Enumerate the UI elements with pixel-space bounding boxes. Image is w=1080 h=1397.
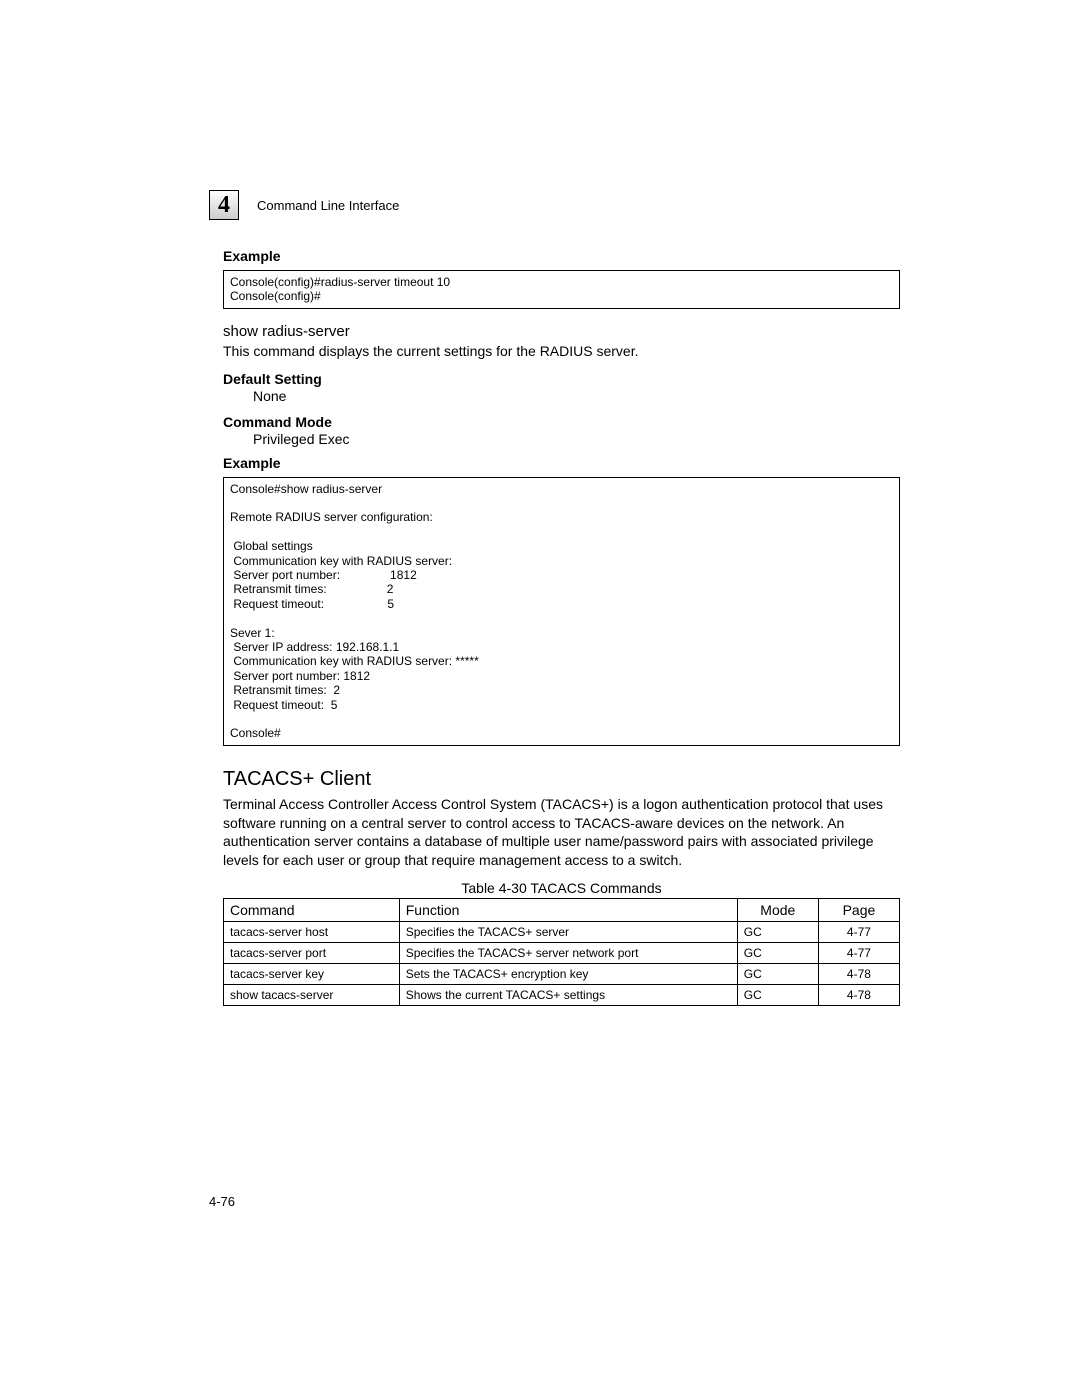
code-box-1: Console(config)#radius-server timeout 10… bbox=[223, 270, 900, 309]
table-row: tacacs-server host Specifies the TACACS+… bbox=[224, 922, 900, 943]
cell-function: Specifies the TACACS+ server network por… bbox=[399, 943, 737, 964]
page: 4 Command Line Interface Example Console… bbox=[0, 0, 1080, 1397]
cell-command: tacacs-server host bbox=[224, 922, 400, 943]
command-mode-label: Command Mode bbox=[223, 414, 900, 430]
th-page: Page bbox=[818, 899, 899, 922]
command-mode-value: Privileged Exec bbox=[223, 431, 900, 447]
table-row: tacacs-server key Sets the TACACS+ encry… bbox=[224, 964, 900, 985]
content: Example Console(config)#radius-server ti… bbox=[209, 248, 900, 1006]
cell-function: Shows the current TACACS+ settings bbox=[399, 985, 737, 1006]
table-header-row: Command Function Mode Page bbox=[224, 899, 900, 922]
default-setting-value: None bbox=[223, 388, 900, 404]
show-radius-desc: This command displays the current settin… bbox=[223, 342, 900, 361]
th-command: Command bbox=[224, 899, 400, 922]
cell-command: tacacs-server port bbox=[224, 943, 400, 964]
cell-page: 4-77 bbox=[818, 922, 899, 943]
tacacs-table: Command Function Mode Page tacacs-server… bbox=[223, 898, 900, 1006]
cell-page: 4-77 bbox=[818, 943, 899, 964]
th-function: Function bbox=[399, 899, 737, 922]
cell-page: 4-78 bbox=[818, 985, 899, 1006]
page-number: 4-76 bbox=[209, 1194, 235, 1209]
cell-mode: GC bbox=[737, 943, 818, 964]
table-row: tacacs-server port Specifies the TACACS+… bbox=[224, 943, 900, 964]
show-radius-heading: show radius-server bbox=[223, 323, 900, 340]
cell-command: show tacacs-server bbox=[224, 985, 400, 1006]
cell-mode: GC bbox=[737, 922, 818, 943]
table-caption: Table 4-30 TACACS Commands bbox=[223, 880, 900, 896]
cell-function: Sets the TACACS+ encryption key bbox=[399, 964, 737, 985]
example-heading-1: Example bbox=[223, 248, 900, 264]
table-row: show tacacs-server Shows the current TAC… bbox=[224, 985, 900, 1006]
cell-command: tacacs-server key bbox=[224, 964, 400, 985]
th-mode: Mode bbox=[737, 899, 818, 922]
chapter-title: Command Line Interface bbox=[257, 198, 399, 213]
cell-function: Specifies the TACACS+ server bbox=[399, 922, 737, 943]
cell-mode: GC bbox=[737, 964, 818, 985]
cell-mode: GC bbox=[737, 985, 818, 1006]
example-heading-2: Example bbox=[223, 455, 900, 471]
cell-page: 4-78 bbox=[818, 964, 899, 985]
default-setting-label: Default Setting bbox=[223, 371, 900, 387]
tacacs-heading: TACACS+ Client bbox=[223, 768, 900, 791]
chapter-header: 4 Command Line Interface bbox=[209, 190, 900, 220]
chapter-number-box: 4 bbox=[209, 190, 239, 220]
code-box-2: Console#show radius-server Remote RADIUS… bbox=[223, 477, 900, 746]
tacacs-desc: Terminal Access Controller Access Contro… bbox=[223, 795, 900, 871]
